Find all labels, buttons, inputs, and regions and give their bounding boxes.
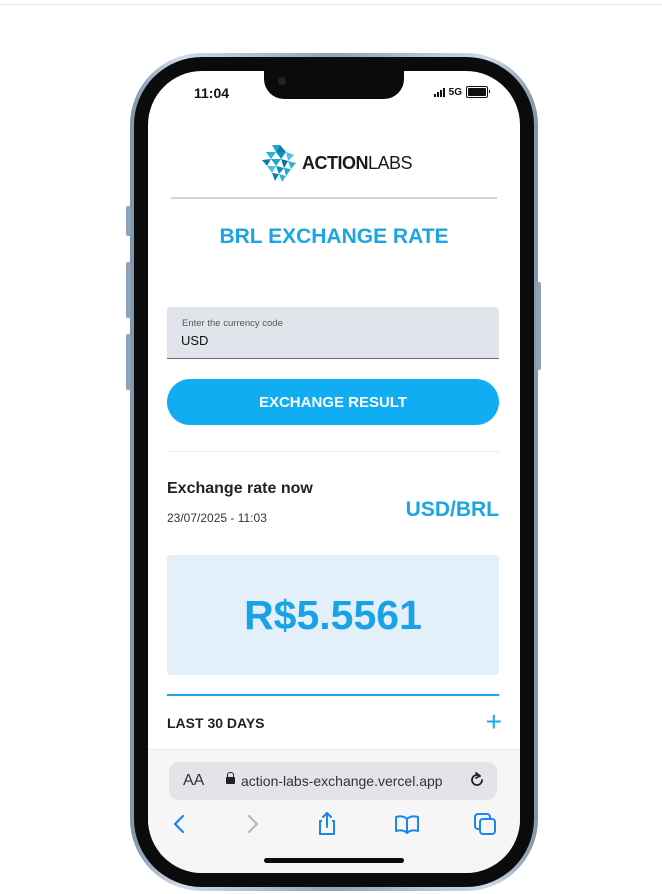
share-icon[interactable] [313,810,341,838]
action-button [126,206,131,236]
header-divider [171,197,497,199]
expand-plus-icon[interactable]: + [486,708,502,736]
volume-up-button [126,262,131,318]
phone-screen: 11:04 5G ACTIONLABS BRL EXCHANGE RATE En… [148,71,520,873]
lock-icon [226,772,235,784]
reload-icon[interactable] [467,770,487,790]
side-button [536,282,541,370]
logo-text: ACTIONLABS [302,152,413,173]
status-time: 11:04 [194,85,230,101]
currency-code-input[interactable] [181,333,481,348]
back-icon[interactable] [166,810,194,838]
browser-toolbar: AA action-labs-exchange.vercel.app [148,749,520,873]
actionlabs-logo: ACTIONLABS [260,143,413,183]
currency-pair: USD/BRL [405,498,499,521]
page-top-divider [0,4,662,5]
tabs-icon[interactable] [471,810,499,838]
address-bar[interactable]: AA action-labs-exchange.vercel.app [169,762,497,800]
url-text[interactable]: action-labs-exchange.vercel.app [241,773,443,789]
exchange-rate-timestamp: 23/07/2025 - 11:03 [167,511,267,525]
battery-icon [466,86,490,98]
accordion-top-border [167,694,499,696]
bookmarks-icon[interactable] [393,810,421,838]
exchange-result-button[interactable]: EXCHANGE RESULT [167,379,499,425]
currency-code-label: Enter the currency code [182,318,283,329]
page-title: BRL EXCHANGE RATE [219,225,449,248]
rate-display-box: R$5.5561 [167,555,499,675]
network-label: 5G [448,86,462,98]
notch [264,71,404,99]
exchange-rate-label: Exchange rate now [167,480,313,497]
logo-mark-icon [262,145,296,182]
signal-icon [433,87,445,97]
home-indicator[interactable] [264,858,404,863]
volume-down-button [126,334,131,390]
reader-aa-button[interactable]: AA [183,772,204,790]
rate-value: R$5.5561 [244,591,422,638]
camera-icon [278,77,286,85]
status-icons: 5G [433,86,490,98]
currency-code-field[interactable]: Enter the currency code [167,307,499,359]
section-divider [167,451,499,452]
forward-icon[interactable] [238,810,266,838]
last-30-days-toggle[interactable]: LAST 30 DAYS [167,715,265,731]
